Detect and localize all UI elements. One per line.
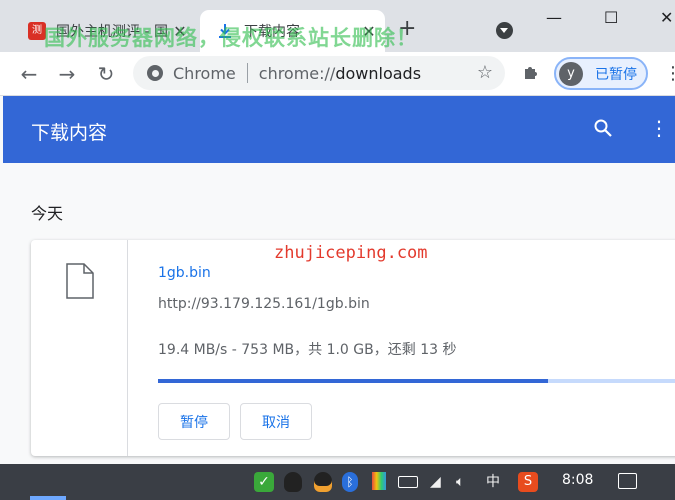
url-text: chrome://downloads [259, 64, 421, 83]
card-divider [127, 240, 128, 456]
minimize-button[interactable]: — [546, 8, 562, 27]
profile-status-label: 已暂停 [595, 66, 637, 83]
url-host: chrome:// [258, 63, 336, 83]
security-check-icon[interactable]: ✓ [254, 472, 274, 492]
date-heading: 今天 [31, 204, 64, 223]
close-tab-icon[interactable]: ✕ [359, 22, 379, 41]
wifi-icon[interactable]: ◢ [430, 472, 441, 492]
back-arrow-icon[interactable]: ← [15, 60, 43, 88]
site-favicon-icon: 测 [28, 22, 46, 40]
avatar: y [559, 61, 583, 86]
downloads-header: 下载内容 ⋮ [3, 96, 675, 163]
close-window-button[interactable]: ✕ [660, 8, 673, 27]
tab-title: 国外主机测评 - 国 [56, 24, 168, 40]
tab-title: 下载内容 [244, 24, 300, 40]
download-status: 19.4 MB/s - 753 MB，共 1.0 GB，还剩 13 秒 [158, 342, 457, 358]
download-progress-fill [158, 379, 548, 383]
search-icon[interactable] [593, 118, 613, 138]
system-taskbar: ✓ ᛒ ◢ 🔈︎ 中 S 8:08 [0, 464, 675, 500]
page-title: 下载内容 [31, 122, 108, 144]
cancel-button[interactable]: 取消 [240, 403, 312, 440]
tab-downloads[interactable]: 下载内容 ✕ [200, 10, 385, 52]
taskbar-active-app-indicator [30, 496, 66, 500]
maximize-button[interactable]: ☐ [604, 8, 618, 27]
chrome-menu-icon[interactable]: ⋮ [664, 63, 675, 84]
bluetooth-icon[interactable]: ᛒ [342, 472, 358, 492]
omnibox-divider [246, 63, 248, 83]
ime-indicator[interactable]: 中 [486, 472, 500, 492]
sogou-ime-icon[interactable]: S [518, 472, 538, 492]
taskbar-clock[interactable]: 8:08 [562, 472, 593, 488]
new-tab-button[interactable]: + [398, 18, 416, 40]
tab-strip: 测 国外主机测评 - 国 ✕ 下载内容 ✕ + — ☐ ✕ [0, 0, 675, 52]
downloads-page: 下载内容 ⋮ 今天 1gb.bin http://93.179.125.161/… [0, 96, 675, 464]
close-tab-icon[interactable]: ✕ [170, 22, 190, 41]
forward-arrow-icon[interactable]: → [53, 60, 81, 88]
qq-icon[interactable] [284, 472, 302, 492]
download-icon [219, 24, 231, 38]
volume-icon[interactable]: 🔈︎ [456, 472, 464, 492]
chrome-logo-icon [147, 65, 163, 81]
file-name-link[interactable]: 1gb.bin [158, 265, 211, 281]
app-tray-icon[interactable] [372, 472, 386, 490]
address-bar[interactable]: Chrome chrome://downloads ☆ [133, 56, 505, 90]
omnibox-chip: Chrome [173, 63, 236, 83]
pause-button[interactable]: 暂停 [158, 403, 230, 440]
tab-inactive[interactable]: 测 国外主机测评 - 国 ✕ [22, 10, 196, 52]
profile-button[interactable]: y 已暂停 [554, 57, 648, 90]
notification-center-icon[interactable] [618, 473, 637, 489]
file-icon [66, 263, 94, 299]
download-progress-bar [158, 379, 675, 383]
url-path: downloads [335, 63, 422, 83]
reload-icon[interactable]: ↻ [92, 60, 120, 88]
battery-icon[interactable] [398, 476, 418, 488]
download-item-card: 1gb.bin http://93.179.125.161/1gb.bin 19… [31, 240, 675, 456]
tab-search-icon[interactable] [496, 22, 513, 39]
bookmark-star-icon[interactable]: ☆ [477, 62, 493, 83]
browser-toolbar: ← → ↻ Chrome chrome://downloads ☆ y 已暂停 … [0, 52, 675, 96]
extensions-puzzle-icon[interactable] [522, 63, 541, 82]
file-source-url[interactable]: http://93.179.125.161/1gb.bin [158, 296, 370, 312]
qq-icon[interactable] [314, 472, 332, 492]
more-actions-icon[interactable]: ⋮ [649, 116, 669, 140]
site-watermark: zhujiceping.com [274, 243, 428, 263]
